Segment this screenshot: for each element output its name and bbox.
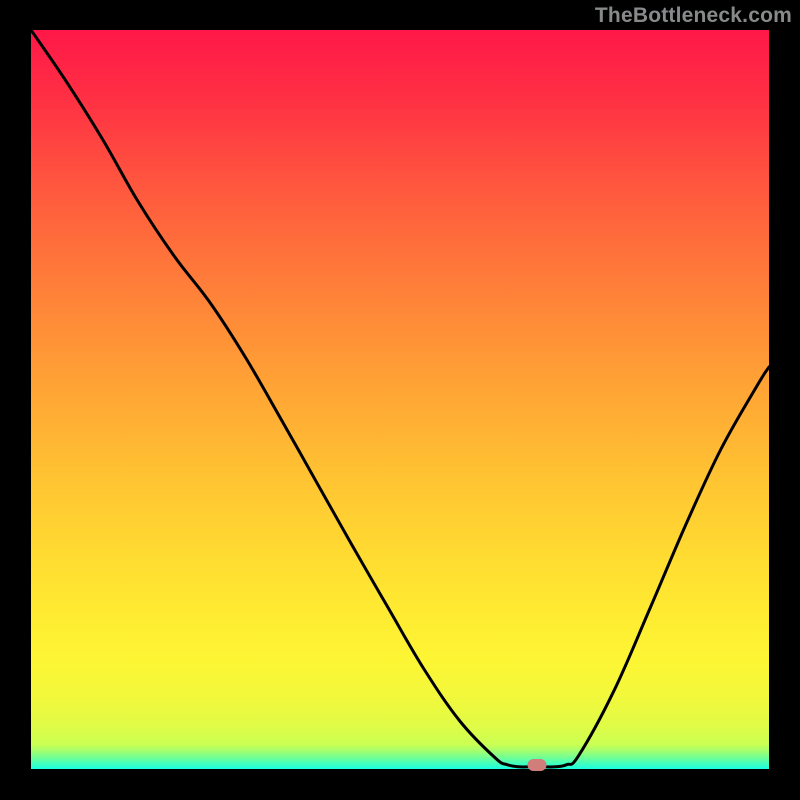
- chart-outer: TheBottleneck.com: [0, 0, 800, 800]
- optimal-marker: [527, 759, 546, 771]
- watermark-text: TheBottleneck.com: [595, 4, 792, 28]
- bottleneck-curve: [31, 30, 769, 769]
- plot-area: [31, 30, 769, 769]
